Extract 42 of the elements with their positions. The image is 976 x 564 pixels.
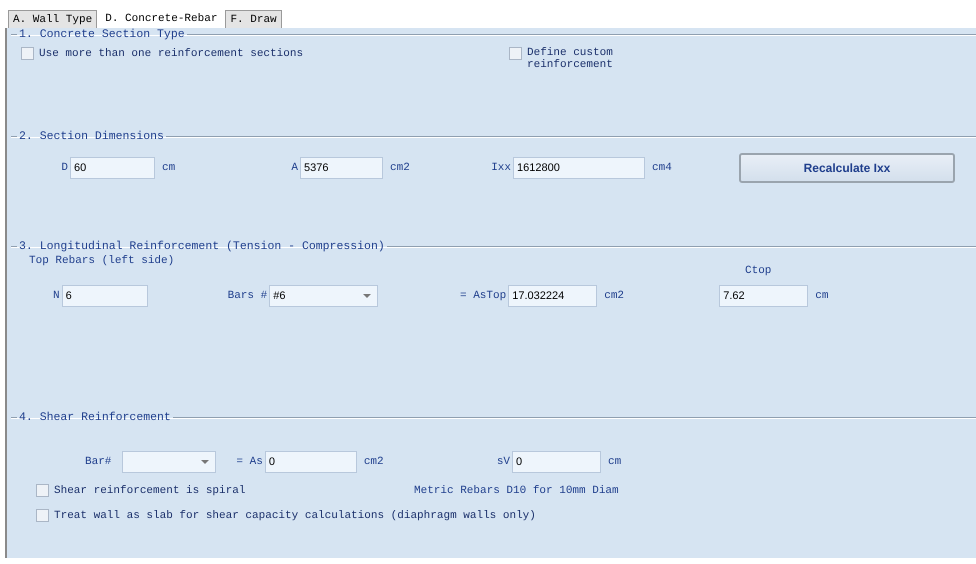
group-title: 2. Section Dimensions xyxy=(18,130,165,143)
note-text: Metric Rebars D10 for 10mm Diam xyxy=(414,484,619,496)
field-label: Bar# xyxy=(85,456,112,468)
checkbox[interactable]: Treat wall as slab for shear capacity calculations (diaphragm walls only) xyxy=(36,509,536,522)
input-field[interactable]: 5376 xyxy=(300,157,383,179)
input-field[interactable]: 0 xyxy=(264,451,357,473)
checkbox[interactable]: Shear reinforcement is spiral xyxy=(36,484,414,497)
field-label: Ixx xyxy=(490,162,512,174)
caret-icon xyxy=(363,294,372,298)
field-label: N xyxy=(53,290,61,302)
field-label: sV xyxy=(496,456,512,468)
unit-label: cm xyxy=(814,290,828,302)
field-label: D xyxy=(60,162,69,174)
unit-label: cm2 xyxy=(362,456,385,468)
unit-label: cm2 xyxy=(389,162,411,174)
field-label: = AsTop xyxy=(459,290,508,302)
group-title: 1. Concrete Section Type xyxy=(18,28,186,41)
checkbox[interactable]: Use more than one reinforcement sections xyxy=(21,47,509,60)
caret-icon xyxy=(201,460,210,464)
group-title: 4. Shear Reinforcement xyxy=(18,411,172,424)
unit-label: cm xyxy=(607,456,622,468)
input-field[interactable]: 17.032224 xyxy=(508,285,598,307)
unit-label: cm4 xyxy=(651,162,673,174)
field-label: Ctop xyxy=(745,265,772,277)
recalculate-button[interactable]: Recalculate Ixx xyxy=(739,153,955,183)
group-title: 3. Longitudinal Reinforcement (Tension - Compression) xyxy=(18,240,386,253)
checkbox[interactable]: Define custom reinforcement xyxy=(509,47,619,71)
unit-label: cm2 xyxy=(603,290,626,302)
field-label: = As xyxy=(236,456,264,468)
tab[interactable]: A. Wall Type xyxy=(8,10,98,28)
input-field[interactable]: 0 xyxy=(512,451,602,473)
input-field[interactable]: 6 xyxy=(62,285,148,307)
field-label: Bars # xyxy=(228,290,268,302)
field-label: A xyxy=(290,162,299,174)
tab[interactable]: F. Draw xyxy=(225,10,282,28)
dropdown[interactable]: #6 xyxy=(269,285,378,307)
input-field[interactable]: 7.62 xyxy=(719,285,808,307)
input-field[interactable]: 60 xyxy=(70,157,155,179)
dropdown[interactable] xyxy=(122,451,216,473)
unit-label: cm xyxy=(161,162,176,174)
subtitle: Top Rebars (left side) xyxy=(29,255,176,267)
input-field[interactable]: 1612800 xyxy=(513,157,645,179)
